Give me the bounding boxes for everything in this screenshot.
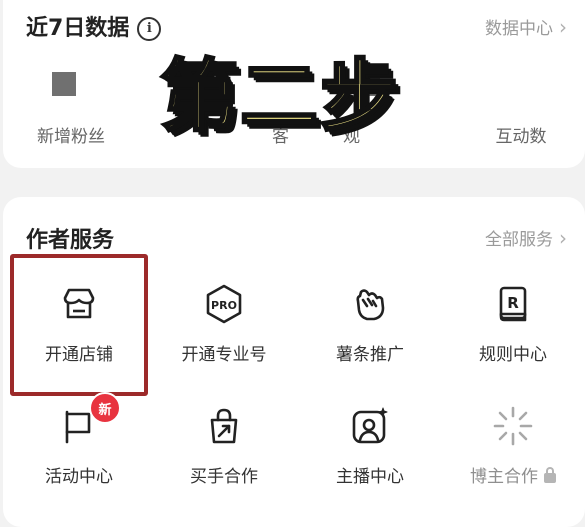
- streamer-center-button[interactable]: 主播中心: [300, 404, 440, 487]
- stat-label: 新增粉丝: [37, 127, 105, 147]
- grid-label: 活动中心: [45, 467, 113, 487]
- highlight-frame: [10, 254, 148, 396]
- stat-interactions[interactable]: 互动数: [451, 122, 585, 147]
- grid-label: 买手合作: [190, 467, 258, 487]
- buyer-collab-button[interactable]: 买手合作: [154, 404, 294, 487]
- blogger-collab-button[interactable]: 博主合作: [443, 404, 583, 487]
- step-overlay-caption: 第二步: [158, 52, 401, 142]
- info-icon[interactable]: i: [137, 16, 162, 41]
- chevron-right-icon: ›: [559, 14, 567, 39]
- chevron-right-icon: ›: [559, 225, 567, 250]
- grid-label: 开通专业号: [181, 345, 267, 365]
- pro-badge-icon: PRO: [202, 282, 246, 326]
- fist-icon: [348, 282, 392, 326]
- data-section-title: 近7日数据 i: [26, 10, 162, 42]
- sparkle-icon: [491, 404, 535, 448]
- open-pro-account-button[interactable]: PRO 开通专业号: [154, 282, 294, 365]
- streamer-icon: [348, 404, 392, 448]
- new-badge: 新: [89, 392, 121, 424]
- all-services-link[interactable]: 全部服务 ›: [485, 225, 567, 251]
- stat-label: 互动数: [495, 127, 547, 147]
- lock-icon: [544, 467, 556, 483]
- grid-label: 规则中心: [479, 345, 547, 365]
- grid-label: 主播中心: [336, 467, 404, 487]
- grid-label: 博主合作: [443, 462, 583, 487]
- stat-new-followers[interactable]: 新增粉丝: [1, 122, 141, 147]
- rulebook-icon: R: [491, 282, 535, 326]
- services-section-title: 作者服务: [26, 228, 115, 253]
- svg-text:R: R: [507, 294, 519, 312]
- grid-label: 薯条推广: [336, 345, 404, 365]
- shopping-bag-icon: [202, 404, 246, 448]
- stat-value-placeholder: [52, 72, 76, 96]
- svg-text:PRO: PRO: [211, 299, 237, 312]
- rules-center-button[interactable]: R 规则中心: [443, 282, 583, 365]
- flag-icon: 新: [57, 392, 121, 448]
- chips-promotion-button[interactable]: 薯条推广: [300, 282, 440, 365]
- events-center-button[interactable]: 新 活动中心: [9, 392, 149, 487]
- data-center-link[interactable]: 数据中心 ›: [485, 14, 567, 40]
